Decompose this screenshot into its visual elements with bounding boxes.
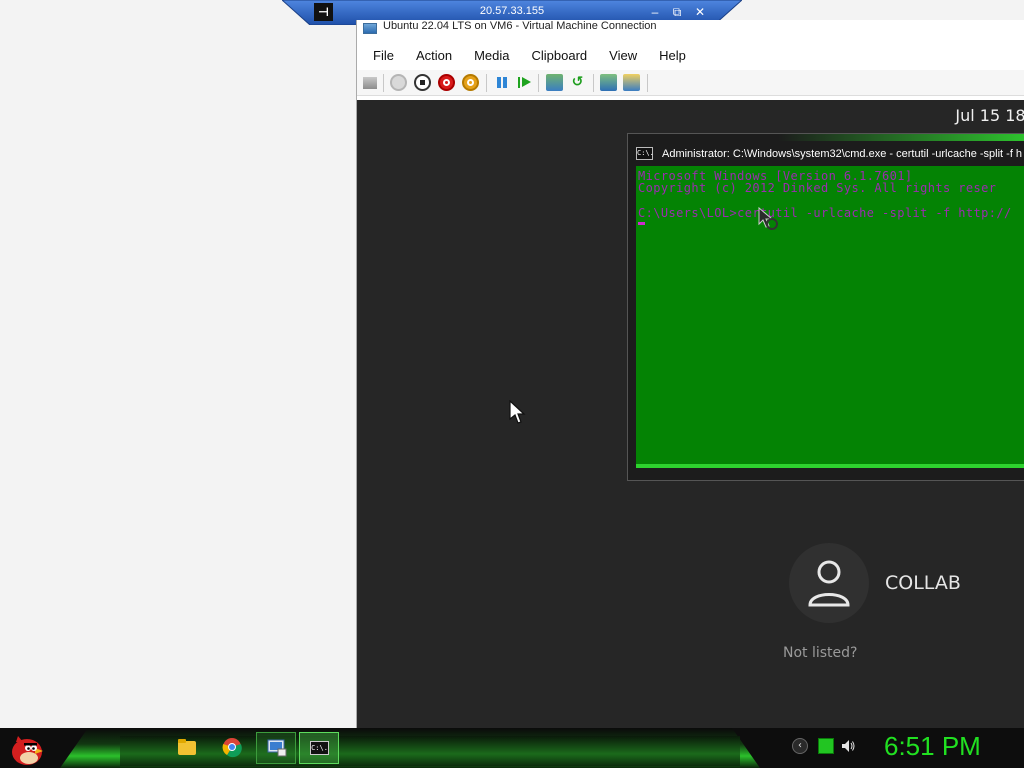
console-line: C:\Users\LOL>certutil -urlcache -split -… bbox=[638, 206, 1012, 220]
resume-triangle bbox=[522, 77, 531, 87]
remote-desktop-icon bbox=[267, 739, 287, 757]
menu-help[interactable]: Help bbox=[651, 48, 694, 63]
stop-glyph bbox=[420, 80, 425, 85]
taskbar-band bbox=[120, 736, 740, 766]
vm-window-title: Ubuntu 22.04 LTS on VM6 - Virtual Machin… bbox=[383, 20, 657, 32]
menu-clipboard[interactable]: Clipboard bbox=[524, 48, 596, 63]
person-icon bbox=[808, 560, 850, 607]
menubar: File Action Media Clipboard View Help bbox=[357, 42, 1024, 68]
pin-icon[interactable]: ⊣ bbox=[314, 3, 333, 21]
remote-desktop-button[interactable] bbox=[256, 732, 296, 764]
start-button-angry-bird-icon[interactable] bbox=[6, 730, 46, 768]
vm-connection-window: Ubuntu 22.04 LTS on VM6 - Virtual Machin… bbox=[356, 20, 1024, 728]
start-icon[interactable] bbox=[390, 74, 407, 91]
revert-icon[interactable]: ↺ bbox=[569, 74, 586, 91]
pause-icon[interactable] bbox=[494, 74, 511, 91]
minimize-button[interactable]: – bbox=[646, 3, 664, 21]
vm-toolbar: ↺ bbox=[357, 70, 1024, 96]
cmd-title: Administrator: C:\Windows\system32\cmd.e… bbox=[662, 148, 1023, 160]
toolbar-separator bbox=[647, 74, 648, 92]
toolbar-separator bbox=[538, 74, 539, 92]
ubuntu-clock: Jul 15 18: bbox=[955, 106, 1024, 125]
guest-display[interactable]: Jul 15 18: C:\. Administrator: C:\Window… bbox=[357, 100, 1024, 728]
checkpoint-icon[interactable] bbox=[546, 74, 563, 91]
vm-titlebar[interactable]: Ubuntu 22.04 LTS on VM6 - Virtual Machin… bbox=[357, 20, 1024, 40]
cmd-taskbar-icon: C:\. bbox=[310, 741, 329, 755]
mouse-pointer-icon bbox=[509, 400, 526, 424]
toolbar-separator bbox=[593, 74, 594, 92]
power-glyph bbox=[467, 79, 474, 86]
share-icon[interactable] bbox=[623, 74, 640, 91]
cmd-window[interactable]: C:\. Administrator: C:\Windows\system32\… bbox=[627, 133, 1024, 481]
resume-icon[interactable] bbox=[516, 74, 533, 91]
explorer-icon[interactable] bbox=[176, 736, 198, 758]
chrome-icon[interactable] bbox=[221, 736, 243, 758]
show-hidden-icons-icon[interactable]: ‹ bbox=[792, 738, 808, 754]
action-center-icon[interactable] bbox=[818, 738, 834, 754]
user-avatar[interactable] bbox=[789, 543, 869, 623]
rdp-host-label: 20.57.33.155 bbox=[479, 5, 545, 17]
vm-window-icon bbox=[363, 23, 377, 34]
resume-bar bbox=[518, 77, 520, 88]
menu-view[interactable]: View bbox=[601, 48, 645, 63]
not-listed-link[interactable]: Not listed? bbox=[783, 645, 857, 661]
login-user-name[interactable]: COLLAB bbox=[885, 572, 961, 594]
restore-button[interactable]: ⧉ bbox=[668, 3, 686, 21]
cmd-taskbar-button[interactable]: C:\. bbox=[299, 732, 339, 764]
toolbar-separator bbox=[383, 74, 384, 92]
taskbar: C:\. ‹ 6:51 PM bbox=[0, 728, 1024, 768]
enhanced-session-icon[interactable] bbox=[600, 74, 617, 91]
toolbar-separator bbox=[486, 74, 487, 92]
cmd-icon: C:\. bbox=[636, 147, 654, 160]
taskbar-clock[interactable]: 6:51 PM bbox=[884, 731, 981, 762]
console-line: Copyright (c) 2012 Dinked Sys. All right… bbox=[638, 181, 997, 195]
menu-file[interactable]: File bbox=[365, 48, 402, 63]
turn-off-icon[interactable] bbox=[414, 74, 431, 91]
menu-media[interactable]: Media bbox=[466, 48, 517, 63]
shutdown-glyph bbox=[443, 79, 450, 86]
pause-bar-right bbox=[503, 77, 507, 88]
cmd-window-accent bbox=[778, 134, 1024, 141]
desktop: ⊣ 20.57.33.155 – ⧉ ✕ Ubuntu 22.04 LTS on… bbox=[0, 0, 1024, 768]
pause-bar-left bbox=[497, 77, 501, 88]
console-caret bbox=[638, 222, 645, 225]
cmd-console[interactable]: Microsoft Windows [Version 6.1.7601] Cop… bbox=[636, 166, 1024, 468]
shut-down-icon[interactable] bbox=[438, 74, 455, 91]
busy-cursor-icon bbox=[758, 206, 778, 230]
power-icon[interactable] bbox=[462, 74, 479, 91]
volume-icon[interactable] bbox=[840, 738, 856, 754]
close-button[interactable]: ✕ bbox=[691, 3, 709, 21]
ctrl-alt-del-icon[interactable] bbox=[363, 77, 377, 89]
menu-action[interactable]: Action bbox=[408, 48, 460, 63]
